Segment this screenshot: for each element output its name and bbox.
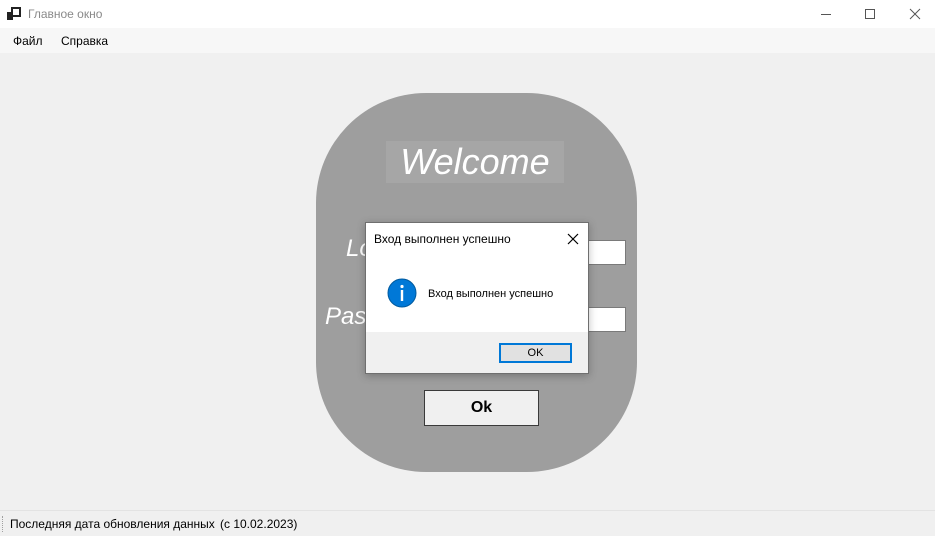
menu-bar: Файл Справка <box>0 28 935 53</box>
close-button[interactable] <box>892 0 935 28</box>
info-icon <box>387 278 417 308</box>
message-box-close-button[interactable] <box>562 229 584 249</box>
login-ok-button[interactable]: Ok <box>424 390 539 426</box>
title-bar: Главное окно <box>0 0 935 28</box>
menu-file[interactable]: Файл <box>13 34 43 48</box>
close-icon <box>909 8 921 20</box>
minimize-icon <box>821 14 831 15</box>
minimize-button[interactable] <box>803 0 849 28</box>
maximize-button[interactable] <box>847 0 893 28</box>
message-box: Вход выполнен успешно Вход выполнен успе… <box>365 222 589 374</box>
message-box-ok-button[interactable]: OK <box>499 343 572 363</box>
maximize-icon <box>865 9 875 19</box>
status-grip <box>2 516 5 532</box>
welcome-heading: Welcome <box>386 141 564 183</box>
message-box-footer: OK <box>366 332 588 373</box>
status-date: (с 10.02.2023) <box>220 517 298 531</box>
status-label: Последняя дата обновления данных <box>10 517 215 531</box>
message-box-title: Вход выполнен успешно <box>374 232 511 246</box>
password-label: Pas <box>325 303 367 330</box>
menu-help[interactable]: Справка <box>61 34 108 48</box>
app-icon <box>7 7 21 20</box>
status-bar: Последняя дата обновления данных (с 10.0… <box>0 510 935 536</box>
close-icon <box>567 233 579 245</box>
window-title: Главное окно <box>28 7 103 21</box>
message-box-text: Вход выполнен успешно <box>428 288 554 300</box>
